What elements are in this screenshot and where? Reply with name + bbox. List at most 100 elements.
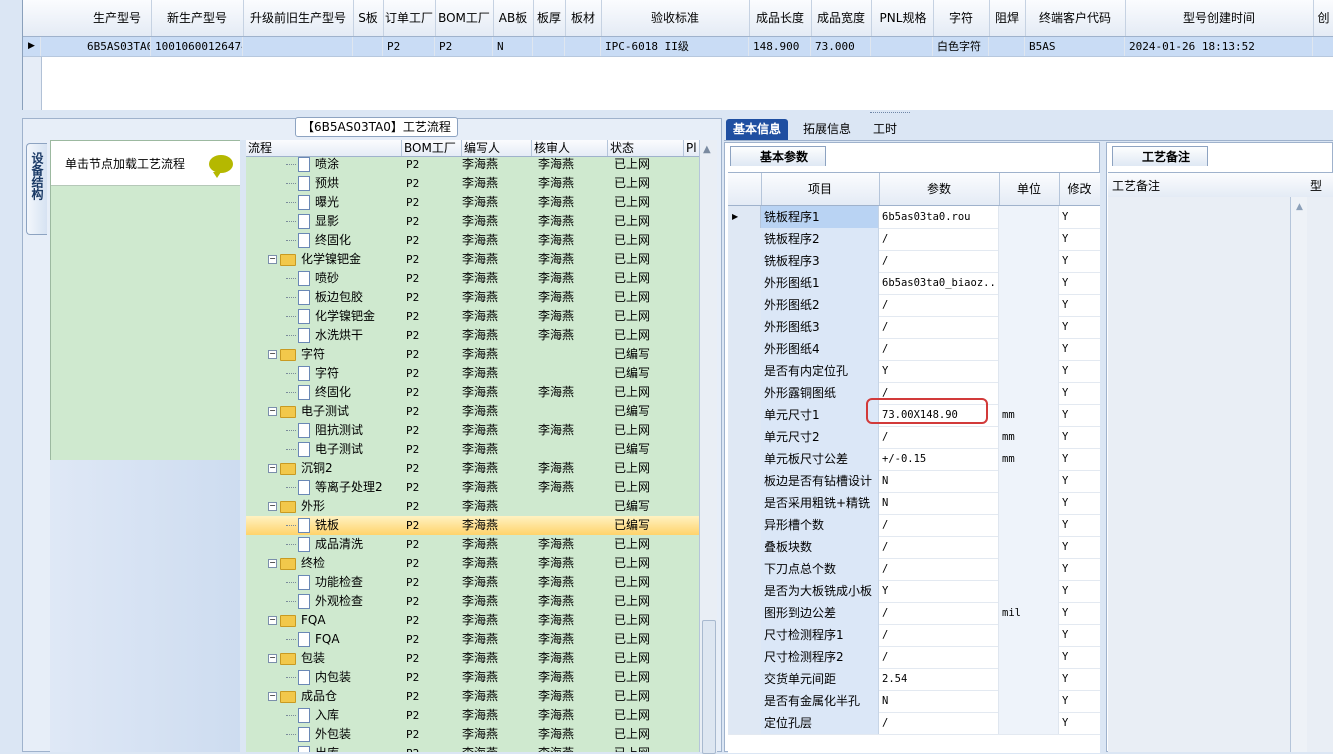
- tab-process-memo[interactable]: 工艺备注: [1112, 146, 1208, 166]
- col-header[interactable]: 成品长度: [749, 0, 812, 36]
- memo-scrollbar[interactable]: ▲: [1290, 197, 1307, 752]
- param-row[interactable]: 铣板程序2/ Y: [728, 228, 1100, 251]
- scroll-up-icon[interactable]: ▲: [703, 144, 711, 155]
- process-row[interactable]: 板边包胶 P2 李海燕 李海燕 已上网: [246, 288, 699, 307]
- param-value[interactable]: N: [879, 690, 999, 712]
- process-name-cell[interactable]: − FQA: [268, 611, 326, 630]
- memo-area[interactable]: [1108, 197, 1308, 752]
- param-row[interactable]: 交货单元间距 2.54 Y: [728, 668, 1100, 691]
- process-col-header[interactable]: Pl: [684, 140, 699, 156]
- process-name-cell[interactable]: 铣板: [286, 516, 339, 535]
- collapse-icon[interactable]: −: [268, 255, 277, 264]
- col-header[interactable]: 创: [1313, 0, 1333, 36]
- param-value[interactable]: /: [879, 712, 999, 734]
- model-cell[interactable]: 6B5AS03TA0: [83, 37, 151, 56]
- param-value[interactable]: /: [879, 316, 999, 338]
- process-col-header[interactable]: 状态: [608, 140, 684, 156]
- col-header[interactable]: AB板: [493, 0, 534, 36]
- model-cell[interactable]: [873, 37, 933, 56]
- collapse-icon[interactable]: −: [268, 616, 277, 625]
- process-row[interactable]: 显影 P2 李海燕 李海燕 已上网: [246, 212, 699, 231]
- param-row[interactable]: 外形图纸2/ Y: [728, 294, 1100, 317]
- col-header[interactable]: 成品宽度: [811, 0, 872, 36]
- process-name-cell[interactable]: 终固化: [286, 383, 351, 402]
- model-cell[interactable]: [353, 37, 383, 56]
- collapse-icon[interactable]: −: [268, 350, 277, 359]
- process-col-header[interactable]: 流程: [246, 140, 402, 156]
- param-value[interactable]: /: [879, 294, 999, 316]
- param-row[interactable]: 铣板程序3/ Y: [728, 250, 1100, 273]
- param-col-header[interactable]: 项目: [761, 173, 880, 205]
- process-row[interactable]: 终固化 P2 李海燕 李海燕 已上网: [246, 231, 699, 250]
- col-header[interactable]: BOM工厂: [435, 0, 494, 36]
- model-cell[interactable]: 73.000: [811, 37, 871, 56]
- process-name-cell[interactable]: − 沉铜2: [268, 459, 333, 478]
- process-row[interactable]: 预烘 P2 李海燕 李海燕 已上网: [246, 174, 699, 193]
- process-row[interactable]: 阻抗测试 P2 李海燕 李海燕 已上网: [246, 421, 699, 440]
- tab-basic-params[interactable]: 基本参数: [730, 146, 826, 166]
- process-row[interactable]: 功能检查 P2 李海燕 李海燕 已上网: [246, 573, 699, 592]
- device-structure-tab[interactable]: 设备结构: [26, 143, 47, 235]
- process-row[interactable]: 化学镍钯金 P2 李海燕 李海燕 已上网: [246, 307, 699, 326]
- process-name-cell[interactable]: − 字符: [268, 345, 325, 364]
- process-name-cell[interactable]: FQA: [286, 630, 340, 649]
- tab-extended-info[interactable]: 拓展信息: [796, 119, 858, 140]
- process-name-cell[interactable]: − 外形: [268, 497, 325, 516]
- model-cell[interactable]: 148.900: [749, 37, 811, 56]
- process-row[interactable]: − 外形 P2 李海燕 已编写: [246, 497, 699, 516]
- process-row[interactable]: − 沉铜2 P2 李海燕 李海燕 已上网: [246, 459, 699, 478]
- param-row[interactable]: 单元板尺寸公差 +/-0.15 mm Y: [728, 448, 1100, 471]
- col-header[interactable]: 阻焊: [989, 0, 1026, 36]
- process-row[interactable]: 外观检查 P2 李海燕 李海燕 已上网: [246, 592, 699, 611]
- param-value[interactable]: /: [879, 426, 999, 448]
- process-name-cell[interactable]: − 电子测试: [268, 402, 349, 421]
- process-name-cell[interactable]: 出库: [286, 744, 339, 752]
- process-row[interactable]: 铣板 P2 李海燕 已编写: [246, 516, 699, 535]
- collapse-icon[interactable]: −: [268, 502, 277, 511]
- tab-basic-info[interactable]: 基本信息: [726, 119, 789, 140]
- param-value[interactable]: 6b5as03ta0.rou: [879, 206, 999, 228]
- model-cell[interactable]: 白色字符: [933, 37, 989, 56]
- process-col-header[interactable]: 核审人: [532, 140, 608, 156]
- param-row[interactable]: 异形槽个数 / Y: [728, 514, 1100, 537]
- process-row[interactable]: − 成品仓 P2 李海燕 李海燕 已上网: [246, 687, 699, 706]
- process-name-cell[interactable]: 水洗烘干: [286, 326, 363, 345]
- process-row[interactable]: 外包装 P2 李海燕 李海燕 已上网: [246, 725, 699, 744]
- process-row[interactable]: 电子测试 P2 李海燕 已编写: [246, 440, 699, 459]
- process-name-cell[interactable]: 喷砂: [286, 269, 339, 288]
- param-value[interactable]: /: [879, 646, 999, 668]
- param-row[interactable]: 外形图纸1 6b5as03ta0_biaoz... Y: [728, 272, 1100, 295]
- param-value[interactable]: N: [879, 470, 999, 492]
- tab-work-hours[interactable]: 工时: [866, 119, 904, 140]
- param-row[interactable]: 外形图纸3/ Y: [728, 316, 1100, 339]
- col-header[interactable]: 订单工厂: [383, 0, 436, 36]
- model-cell[interactable]: P2: [383, 37, 435, 56]
- process-row[interactable]: − 包装 P2 李海燕 李海燕 已上网: [246, 649, 699, 668]
- param-row[interactable]: ▶ 铣板程序1 6b5as03ta0.rou Y: [728, 206, 1100, 229]
- model-cell[interactable]: [565, 37, 601, 56]
- col-header[interactable]: 板厚: [533, 0, 566, 36]
- collapse-icon[interactable]: −: [268, 559, 277, 568]
- param-value[interactable]: /: [879, 624, 999, 646]
- param-value[interactable]: /: [879, 250, 999, 272]
- process-row[interactable]: 内包装 P2 李海燕 李海燕 已上网: [246, 668, 699, 687]
- process-name-cell[interactable]: 电子测试: [286, 440, 363, 459]
- col-header[interactable]: 新生产型号: [151, 0, 244, 36]
- process-row[interactable]: 喷砂 P2 李海燕 李海燕 已上网: [246, 269, 699, 288]
- scroll-thumb[interactable]: [702, 620, 716, 754]
- param-col-header[interactable]: 单位: [999, 173, 1060, 205]
- model-cell[interactable]: IPC-6018 II级: [601, 37, 749, 56]
- col-header[interactable]: 字符: [933, 0, 990, 36]
- param-row[interactable]: 是否为大板铣成小板 Y Y: [728, 580, 1100, 603]
- param-value[interactable]: N: [879, 492, 999, 514]
- col-header[interactable]: 验收标准: [601, 0, 750, 36]
- comment-bubble-icon[interactable]: [209, 155, 233, 178]
- model-cell[interactable]: [989, 37, 1025, 56]
- param-row[interactable]: 是否有金属化半孔 N Y: [728, 690, 1100, 713]
- process-row[interactable]: 水洗烘干 P2 李海燕 李海燕 已上网: [246, 326, 699, 345]
- process-name-cell[interactable]: 预烘: [286, 174, 339, 193]
- process-row[interactable]: − 化学镍钯金 P2 李海燕 李海燕 已上网: [246, 250, 699, 269]
- param-row[interactable]: 尺寸检测程序1/ Y: [728, 624, 1100, 647]
- process-row[interactable]: 入库 P2 李海燕 李海燕 已上网: [246, 706, 699, 725]
- param-row[interactable]: 板边是否有钻槽设计 N Y: [728, 470, 1100, 493]
